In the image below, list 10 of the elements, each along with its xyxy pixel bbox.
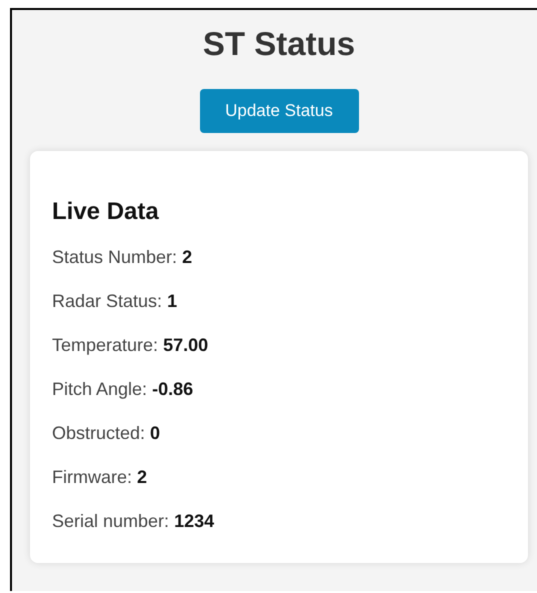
page-title: ST Status xyxy=(202,24,356,64)
data-field: Temperature: 57.00 xyxy=(52,334,208,357)
data-field: Firmware: 2 xyxy=(52,466,148,489)
data-field: Obstructed: 0 xyxy=(52,422,160,445)
update-status-button[interactable]: Update Status xyxy=(200,89,358,133)
data-field: Serial number: 1234 xyxy=(52,510,214,533)
data-field: Status Number: 2 xyxy=(52,246,192,269)
data-field: Radar Status: 1 xyxy=(52,290,178,313)
section-heading: Live Data xyxy=(52,197,159,227)
data-field: Pitch Angle: -0.86 xyxy=(52,378,194,401)
